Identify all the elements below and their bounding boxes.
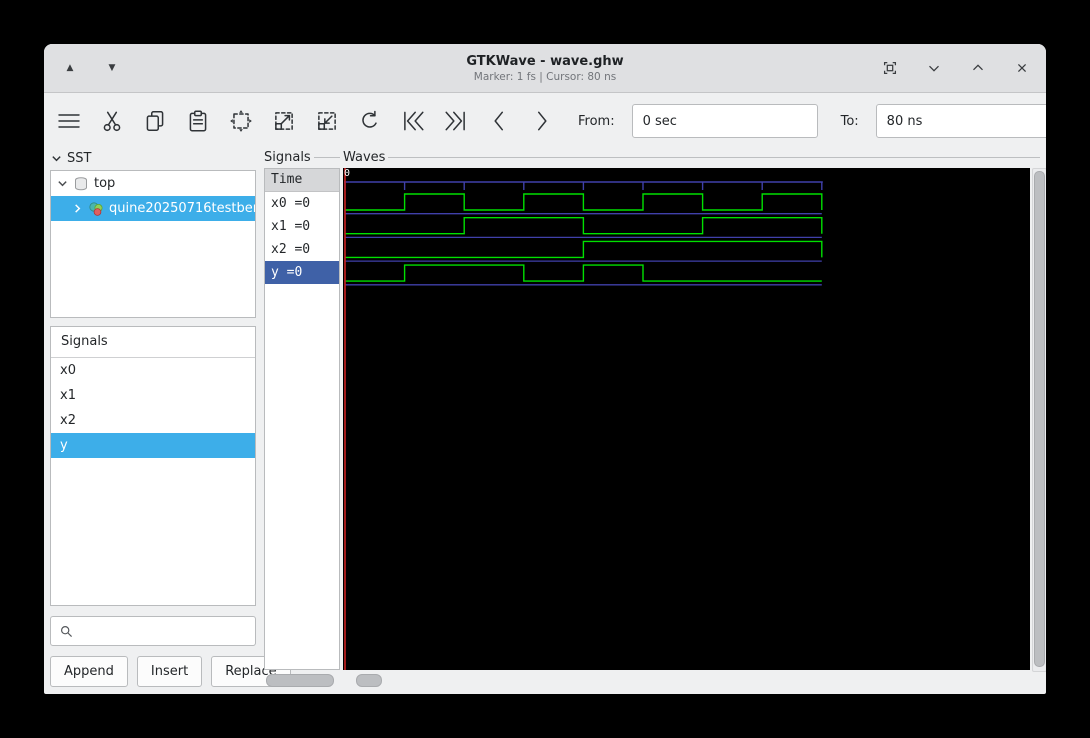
next-edge-button[interactable] — [529, 108, 555, 135]
scrollbar-thumb[interactable] — [266, 674, 334, 687]
tree-item-label: quine20250716testbench — [109, 201, 255, 216]
from-input[interactable] — [632, 104, 818, 138]
waves-frame-text: Waves — [343, 150, 385, 165]
to-label: To: — [841, 114, 859, 129]
database-icon — [73, 176, 89, 192]
sst-expander[interactable]: SST — [50, 148, 256, 168]
zoom-in-icon — [271, 108, 297, 134]
tree-item-testbench[interactable]: quine20250716testbench — [51, 196, 255, 221]
signal-browser: Signals x0 x1 x2 y — [50, 326, 256, 606]
triangle-up-icon: ▲ — [67, 64, 74, 73]
signal-row-x1[interactable]: x1 =0 — [265, 215, 339, 238]
fullscreen-button[interactable] — [880, 58, 900, 78]
fullscreen-icon — [881, 59, 899, 77]
go-to-end-button[interactable] — [443, 108, 469, 135]
cut-button[interactable] — [99, 108, 125, 135]
signal-row-x0[interactable]: x0 =0 — [265, 192, 339, 215]
zoom-out-button[interactable] — [314, 108, 340, 135]
signal-name-list: Time x0 =0 x1 =0 x2 =0 y =0 — [264, 168, 340, 670]
close-button[interactable] — [1012, 58, 1032, 78]
sst-panel: SST top — [50, 148, 256, 688]
copy-icon — [142, 108, 168, 134]
signal-item-x0[interactable]: x0 — [51, 358, 255, 383]
signals-frame-text: Signals — [264, 150, 311, 165]
copy-button[interactable] — [142, 108, 168, 135]
signal-row-x2[interactable]: x2 =0 — [265, 238, 339, 261]
shade-up-button[interactable]: ▲ — [60, 58, 80, 78]
gtkwave-window: ▲ ▼ GTKWave - wave.ghw Marker: 1 fs | Cu… — [44, 44, 1046, 694]
skip-to-start-icon — [400, 108, 426, 134]
triangle-down-icon: ▼ — [109, 64, 116, 73]
wave-canvas[interactable]: 0 — [343, 168, 1030, 670]
frame-rule — [388, 157, 1040, 158]
tree-item-label: top — [94, 176, 115, 191]
signal-row-y[interactable]: y =0 — [265, 261, 339, 284]
chevron-left-icon — [486, 108, 512, 134]
sst-label: SST — [67, 151, 91, 166]
chevron-up-icon — [969, 59, 987, 77]
signal-item-y[interactable]: y — [51, 433, 255, 458]
signal-browser-header: Signals — [51, 327, 255, 358]
scissors-icon — [99, 108, 125, 134]
titlebar: ▲ ▼ GTKWave - wave.ghw Marker: 1 fs | Cu… — [44, 44, 1046, 93]
paste-button[interactable] — [185, 108, 211, 135]
signals-frame-label: Signals — [264, 148, 340, 166]
waveform-plot — [343, 168, 1030, 670]
scrollbar-thumb[interactable] — [356, 674, 382, 687]
wave-box: 0 — [343, 168, 1040, 670]
browser-buttons: Append Insert Replace — [50, 656, 256, 687]
scrollbar-thumb[interactable] — [1034, 171, 1045, 667]
window-title: GTKWave - wave.ghw — [466, 54, 623, 69]
clipboard-icon — [185, 108, 211, 134]
content-area: SST top — [50, 148, 1040, 688]
go-to-start-button[interactable] — [400, 108, 426, 135]
close-icon — [1013, 59, 1031, 77]
toolbar: From: To: — [44, 93, 1046, 149]
zoom-fit-icon — [228, 108, 254, 134]
tree-item-top[interactable]: top — [51, 171, 255, 196]
search-input[interactable] — [74, 616, 255, 646]
zoom-in-button[interactable] — [271, 108, 297, 135]
wave-hscrollbar — [343, 674, 1030, 686]
signal-search[interactable] — [50, 616, 256, 646]
search-icon — [58, 623, 74, 639]
expander-open-icon — [57, 178, 68, 189]
undo-button[interactable] — [357, 108, 383, 135]
expander-closed-icon — [72, 203, 83, 214]
expander-chevron-icon — [51, 153, 62, 164]
wave-vscrollbar — [1032, 168, 1046, 672]
maximize-button[interactable] — [968, 58, 988, 78]
skip-to-end-icon — [443, 108, 469, 134]
minimize-button[interactable] — [924, 58, 944, 78]
signal-item-x1[interactable]: x1 — [51, 383, 255, 408]
menu-button[interactable] — [56, 108, 82, 135]
zoom-fit-button[interactable] — [228, 108, 254, 135]
insert-button[interactable]: Insert — [137, 656, 202, 687]
chevron-right-icon — [529, 108, 555, 134]
waves-frame-label: Waves — [343, 148, 1040, 166]
hamburger-icon — [56, 108, 82, 134]
timeline-origin-label: 0 — [344, 168, 350, 179]
signals-column: Signals Time x0 =0 x1 =0 x2 =0 y =0 — [264, 148, 340, 688]
frame-rule — [314, 157, 340, 158]
signal-item-x2[interactable]: x2 — [51, 408, 255, 433]
undo-arrow-icon — [357, 108, 383, 134]
append-button[interactable]: Append — [50, 656, 128, 687]
to-input[interactable] — [876, 104, 1046, 138]
waves-column: Waves 0 — [343, 148, 1040, 688]
from-label: From: — [578, 114, 615, 129]
shade-down-button[interactable]: ▼ — [102, 58, 122, 78]
zoom-out-icon — [314, 108, 340, 134]
sst-tree: top quine20250716testbench — [50, 170, 256, 318]
chevron-down-icon — [925, 59, 943, 77]
time-header: Time — [265, 169, 339, 192]
signals-hscrollbar — [264, 674, 340, 686]
window-subtitle: Marker: 1 fs | Cursor: 80 ns — [474, 71, 616, 83]
module-icon — [88, 201, 104, 217]
prev-edge-button[interactable] — [486, 108, 512, 135]
